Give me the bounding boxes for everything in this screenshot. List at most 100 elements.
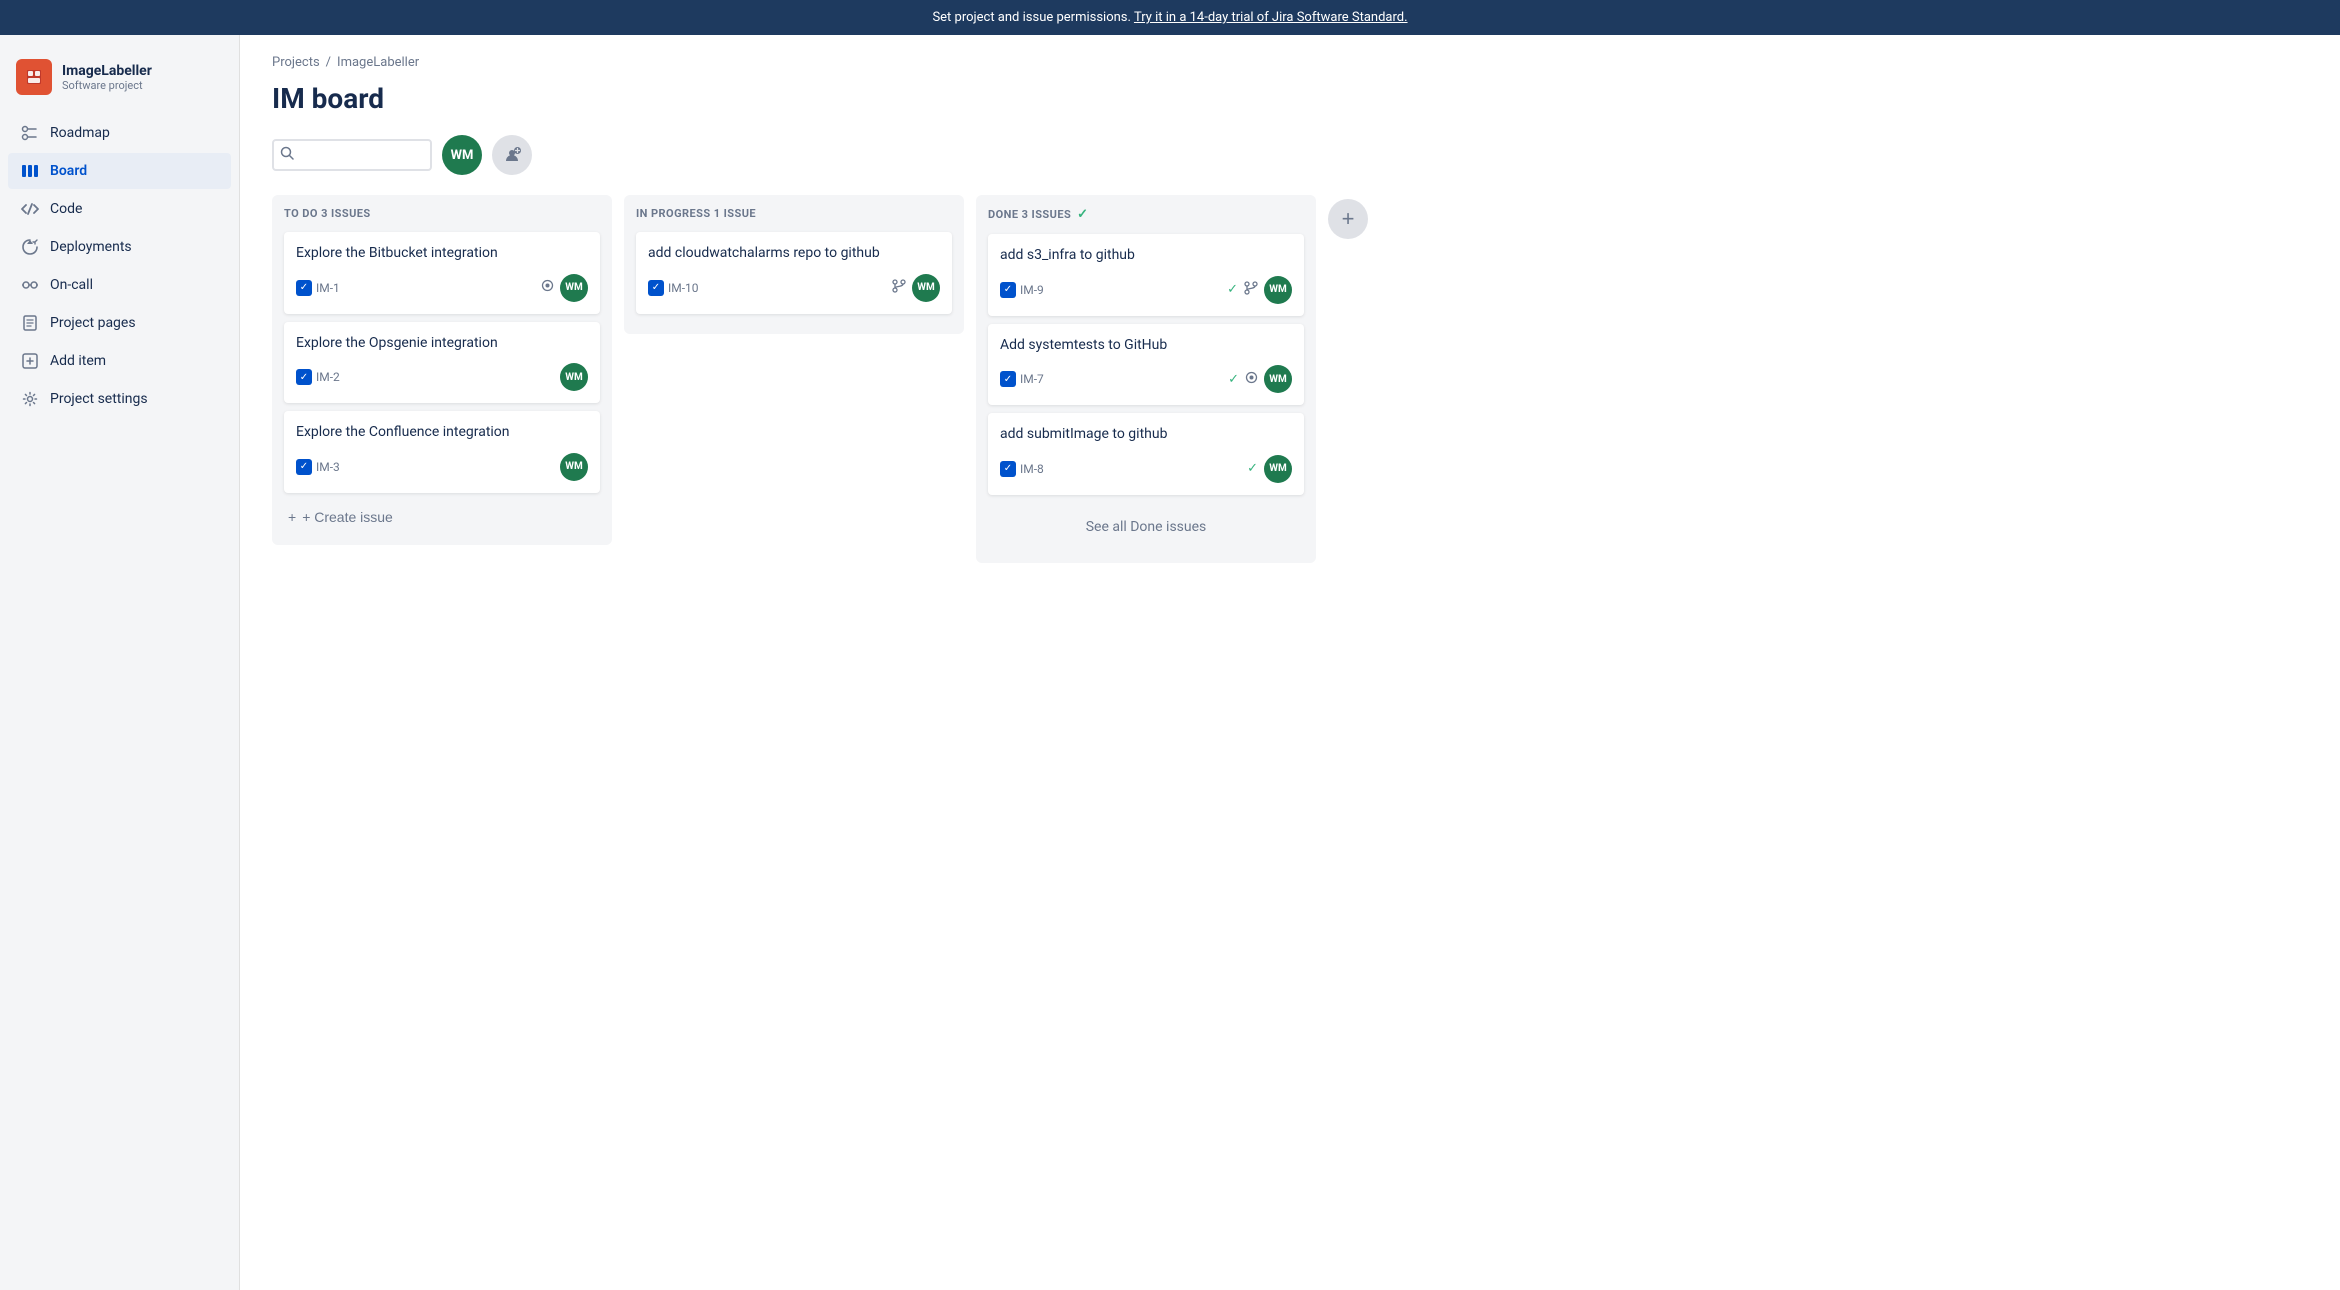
create-issue-button[interactable]: + + Create issue [284, 501, 600, 533]
card-im10[interactable]: add cloudwatchalarms repo to github ✓ IM… [636, 232, 952, 314]
sidebar-item-board-label: Board [50, 163, 87, 179]
column-header-todo: TO DO 3 ISSUES [284, 207, 600, 220]
card-im8-avatar: WM [1264, 455, 1292, 483]
breadcrumb-projects[interactable]: Projects [272, 55, 320, 70]
search-input-wrap [272, 139, 432, 171]
board-icon [20, 161, 40, 181]
card-im8-title: add submitImage to github [1000, 425, 1292, 445]
card-im10-id: IM-10 [668, 281, 699, 295]
see-all-done-link[interactable]: See all Done issues [988, 503, 1304, 551]
create-issue-plus: + [288, 509, 296, 525]
card-im7-title: Add systemtests to GitHub [1000, 336, 1292, 356]
roadmap-icon [20, 123, 40, 143]
card-im10-avatar: WM [912, 274, 940, 302]
column-in-progress: IN PROGRESS 1 ISSUE add cloudwatchalarms… [624, 195, 964, 334]
card-im7[interactable]: Add systemtests to GitHub ✓ IM-7 ✓ [988, 324, 1304, 406]
sidebar-item-deployments-label: Deployments [50, 239, 132, 255]
card-im7-pin-icon [1245, 371, 1258, 388]
add-assignee-button[interactable] [492, 135, 532, 175]
card-im9-title: add s3_infra to github [1000, 246, 1292, 266]
card-im7-id: IM-7 [1020, 372, 1044, 386]
card-im9[interactable]: add s3_infra to github ✓ IM-9 ✓ [988, 234, 1304, 316]
sidebar-item-code-label: Code [50, 201, 82, 217]
banner-link[interactable]: Try it in a 14-day trial of Jira Softwar… [1134, 10, 1408, 25]
sidebar-item-add-item[interactable]: Add item [8, 343, 231, 379]
sidebar: ImageLabeller Software project Roadmap [0, 35, 240, 1290]
card-im1-checkbox: ✓ [296, 280, 312, 296]
sidebar-item-oncall-label: On-call [50, 277, 93, 293]
add-icon [20, 351, 40, 371]
card-im8-id: IM-8 [1020, 462, 1044, 476]
sidebar-item-project-settings[interactable]: Project settings [8, 381, 231, 417]
settings-icon [20, 389, 40, 409]
breadcrumb: Projects / ImageLabeller [240, 35, 2340, 78]
pin-icon [541, 279, 554, 296]
sidebar-item-deployments[interactable]: Deployments [8, 229, 231, 265]
code-icon [20, 199, 40, 219]
sidebar-item-add-item-label: Add item [50, 353, 106, 369]
card-im8-done-check-icon: ✓ [1247, 461, 1258, 476]
card-im3-avatar: WM [560, 453, 588, 481]
card-im3[interactable]: Explore the Confluence integration ✓ IM-… [284, 411, 600, 493]
column-todo: TO DO 3 ISSUES Explore the Bitbucket int… [272, 195, 612, 545]
card-im2-id: IM-2 [316, 370, 340, 384]
oncall-icon [20, 275, 40, 295]
deployments-icon [20, 237, 40, 257]
card-im3-title: Explore the Confluence integration [296, 423, 588, 443]
search-input[interactable] [272, 139, 432, 171]
pages-icon [20, 313, 40, 333]
card-im8-checkbox: ✓ [1000, 461, 1016, 477]
card-im8[interactable]: add submitImage to github ✓ IM-8 ✓ WM [988, 413, 1304, 495]
card-im7-done-check-icon: ✓ [1228, 372, 1239, 387]
card-im7-avatar: WM [1264, 365, 1292, 393]
card-im1[interactable]: Explore the Bitbucket integration ✓ IM-1 [284, 232, 600, 314]
user-avatar[interactable]: WM [442, 135, 482, 175]
card-im8-meta: ✓ IM-8 ✓ WM [1000, 455, 1292, 483]
sidebar-item-project-pages-label: Project pages [50, 315, 136, 331]
card-im2-title: Explore the Opsgenie integration [296, 334, 588, 354]
project-name: ImageLabeller [62, 63, 152, 79]
card-im9-done-check-icon: ✓ [1227, 282, 1238, 297]
card-im7-meta: ✓ IM-7 ✓ WM [1000, 365, 1292, 393]
card-im9-meta: ✓ IM-9 ✓ [1000, 276, 1292, 304]
card-im10-meta: ✓ IM-10 [648, 274, 940, 302]
card-im9-avatar: WM [1264, 276, 1292, 304]
sidebar-item-code[interactable]: Code [8, 191, 231, 227]
card-im1-avatar: WM [560, 274, 588, 302]
card-im3-meta: ✓ IM-3 WM [296, 453, 588, 481]
project-info: ImageLabeller Software project [62, 63, 152, 92]
trial-banner: Set project and issue permissions. Try i… [0, 0, 2340, 35]
card-im7-checkbox: ✓ [1000, 371, 1016, 387]
sidebar-item-roadmap-label: Roadmap [50, 125, 110, 141]
search-icon [280, 146, 294, 164]
card-im2[interactable]: Explore the Opsgenie integration ✓ IM-2 … [284, 322, 600, 404]
card-im2-avatar: WM [560, 363, 588, 391]
card-im9-branch-icon [1244, 281, 1258, 299]
sidebar-item-roadmap[interactable]: Roadmap [8, 115, 231, 151]
add-column-button[interactable]: + [1328, 199, 1368, 239]
card-im10-title: add cloudwatchalarms repo to github [648, 244, 940, 264]
board-columns: TO DO 3 ISSUES Explore the Bitbucket int… [240, 195, 2340, 1290]
page-title: IM board [240, 78, 2340, 135]
card-im9-checkbox: ✓ [1000, 282, 1016, 298]
card-im1-meta: ✓ IM-1 WM [296, 274, 588, 302]
column-header-done: DONE 3 ISSUES ✓ [988, 207, 1304, 222]
column-done: DONE 3 ISSUES ✓ add s3_infra to github ✓… [976, 195, 1316, 563]
sidebar-item-project-settings-label: Project settings [50, 391, 148, 407]
card-im10-checkbox: ✓ [648, 280, 664, 296]
project-icon [16, 59, 52, 95]
sidebar-item-oncall[interactable]: On-call [8, 267, 231, 303]
main-content: Projects / ImageLabeller IM board WM [240, 35, 2340, 1290]
banner-text: Set project and issue permissions. [932, 10, 1131, 25]
breadcrumb-project-name: ImageLabeller [337, 55, 419, 70]
card-im1-id: IM-1 [316, 281, 340, 295]
sidebar-item-project-pages[interactable]: Project pages [8, 305, 231, 341]
card-im2-meta: ✓ IM-2 WM [296, 363, 588, 391]
board-toolbar: WM [240, 135, 2340, 195]
project-type: Software project [62, 79, 152, 92]
sidebar-project: ImageLabeller Software project [0, 51, 239, 115]
card-im3-checkbox: ✓ [296, 459, 312, 475]
done-checkmark-icon: ✓ [1077, 207, 1088, 222]
sidebar-item-board[interactable]: Board [8, 153, 231, 189]
card-im1-title: Explore the Bitbucket integration [296, 244, 588, 264]
